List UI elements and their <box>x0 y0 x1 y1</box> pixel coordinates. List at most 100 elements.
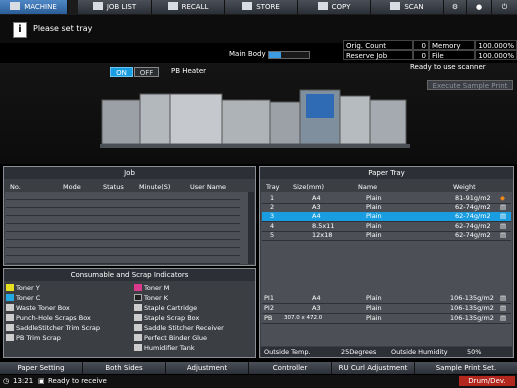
table-row[interactable]: 5 12x18 Plain 62-74g/m2 ▤ <box>262 231 511 241</box>
tray-col-size: Size(mm) <box>293 183 325 191</box>
job-panel-title: Job <box>4 167 255 179</box>
toner-icon <box>6 294 14 301</box>
outside-humidity-label: Outside Humidity <box>391 348 448 356</box>
paper-level-icon: ▤ <box>500 222 507 230</box>
tab-scan[interactable]: SCAN <box>371 0 444 14</box>
reserve-job-value: 0 <box>413 50 429 60</box>
tab-machine[interactable]: MACHINE <box>0 0 68 14</box>
paper-level-icon: ▤ <box>500 203 507 211</box>
consumable-staple-cartridge: Staple Cartridge <box>134 304 197 313</box>
outside-temp-label: Outside Temp. <box>264 348 311 356</box>
tab-copy[interactable]: COPY <box>298 0 371 14</box>
job-col-no: No. <box>10 183 21 191</box>
machine-diagram <box>100 89 410 148</box>
reserve-job-label: Reserve Job <box>343 50 413 60</box>
outside-humidity-value: 50% <box>467 348 482 356</box>
copy-icon <box>317 2 328 10</box>
person-icon: ● <box>475 3 483 11</box>
trim-icon <box>6 334 14 341</box>
table-row[interactable]: PB 307.0 x 472.0 Plain 106-135g/m2 ▤ <box>262 314 511 324</box>
printer-icon: ▣ <box>38 377 45 385</box>
status-bar: ◷ 13:21 ▣ Ready to receive Drum/Dev. <box>0 375 517 388</box>
power-icon: ⏻ <box>501 3 508 11</box>
machine-icon <box>10 2 21 10</box>
list-icon <box>92 2 103 10</box>
glue-icon <box>134 334 142 341</box>
list-item[interactable] <box>6 192 240 200</box>
job-list <box>5 192 248 264</box>
toner-icon <box>134 284 142 291</box>
list-item[interactable] <box>6 200 240 208</box>
job-col-user-name: User Name <box>190 183 227 191</box>
tab-store[interactable]: STORE <box>225 0 298 14</box>
table-row[interactable]: 3 A4 Plain 62-74g/m2 ▤ <box>262 212 511 222</box>
pb-heater-off-button[interactable]: OFF <box>134 67 159 77</box>
info-icon: i <box>13 22 27 38</box>
memory-value: 100.000% <box>475 40 517 50</box>
main-body-gauge <box>268 51 310 59</box>
tray-col-name: Name <box>358 183 378 191</box>
list-item[interactable] <box>6 248 240 256</box>
tab-adjustment[interactable]: Adjustment <box>166 362 249 374</box>
scan-icon <box>390 2 401 10</box>
main-body-label: Main Body <box>229 50 266 58</box>
table-row[interactable]: PI2 A3 Plain 106-135g/m2 ▤ <box>262 304 511 314</box>
tab-controller[interactable]: Controller <box>249 362 332 374</box>
trim-icon <box>6 324 14 331</box>
job-scrollbar[interactable] <box>248 192 254 264</box>
memory-label: Memory <box>429 40 475 50</box>
consumable-staple-scrap-box: Staple Scrap Box <box>134 314 199 323</box>
list-item[interactable] <box>6 256 240 264</box>
receiver-icon <box>134 324 142 331</box>
list-item[interactable] <box>6 208 240 216</box>
pb-heater-on-button[interactable]: ON <box>110 67 133 77</box>
status-message: Please set tray <box>33 24 93 33</box>
drum-dev-badge[interactable]: Drum/Dev. <box>459 376 515 386</box>
scanner-status: Ready to use scanner <box>410 63 486 71</box>
tab-job-list[interactable]: JOB LIST <box>78 0 152 14</box>
tray-col-weight: Weight <box>453 183 476 191</box>
settings-button[interactable]: ⚙ <box>444 0 467 14</box>
consumable-toner-c: Toner C <box>6 294 40 303</box>
consumable-saddlestitcher-trim: SaddleStitcher Trim Scrap <box>6 324 100 333</box>
gear-icon: ⚙ <box>451 3 459 11</box>
environment-bar: Outside Temp. 25Degrees Outside Humidity… <box>261 347 512 357</box>
box-icon <box>6 304 14 311</box>
user-button[interactable]: ● <box>467 0 492 14</box>
tab-paper-setting[interactable]: Paper Setting <box>0 362 83 374</box>
tab-recall[interactable]: RECALL <box>152 0 225 14</box>
staple-icon <box>134 304 142 311</box>
consumable-punch-hole-scraps: Punch-Hole Scraps Box <box>6 314 91 323</box>
list-item[interactable] <box>6 232 240 240</box>
orig-count-label: Orig. Count <box>343 40 413 50</box>
list-item[interactable] <box>6 224 240 232</box>
list-item[interactable] <box>6 240 240 248</box>
consumable-pb-trim-scrap: PB Trim Scrap <box>6 334 61 343</box>
paper-level-icon: ▤ <box>500 314 507 322</box>
paper-level-icon: ▤ <box>500 294 507 302</box>
job-col-minute: Minute(S) <box>139 183 171 191</box>
consumable-toner-k: Toner K <box>134 294 168 303</box>
clock-icon: ◷ <box>3 377 10 385</box>
tab-both-sides[interactable]: Both Sides <box>83 362 166 374</box>
paper-tray-title: Paper Tray <box>260 167 513 179</box>
paper-level-icon: ▤ <box>500 304 507 312</box>
staple-icon <box>134 314 142 321</box>
consumable-toner-y: Toner Y <box>6 284 40 293</box>
execute-sample-print-button[interactable]: Execute Sample Print <box>427 80 513 90</box>
file-amount-label: File Amount <box>429 50 475 70</box>
consumable-toner-m: Toner M <box>134 284 169 293</box>
orig-count-value: 0 <box>413 40 429 50</box>
consumable-waste-toner-box: Waste Toner Box <box>6 304 70 313</box>
top-tab-bar: MACHINE JOB LIST RECALL STORE COPY SCAN … <box>0 0 517 15</box>
consumable-perfect-binder-glue: Perfect Binder Glue <box>134 334 207 343</box>
table-row[interactable]: PI1 A4 Plain 106-135g/m2 ▤ <box>262 294 511 304</box>
power-button[interactable]: ⏻ <box>492 0 517 14</box>
toner-icon <box>134 294 142 301</box>
job-col-status: Status <box>103 183 124 191</box>
list-item[interactable] <box>6 216 240 224</box>
tab-ru-curl-adjustment[interactable]: RU Curl Adjustment <box>332 362 415 374</box>
store-icon <box>242 2 253 10</box>
tab-sample-print-set[interactable]: Sample Print Set. <box>415 362 517 374</box>
tank-icon <box>134 344 142 351</box>
